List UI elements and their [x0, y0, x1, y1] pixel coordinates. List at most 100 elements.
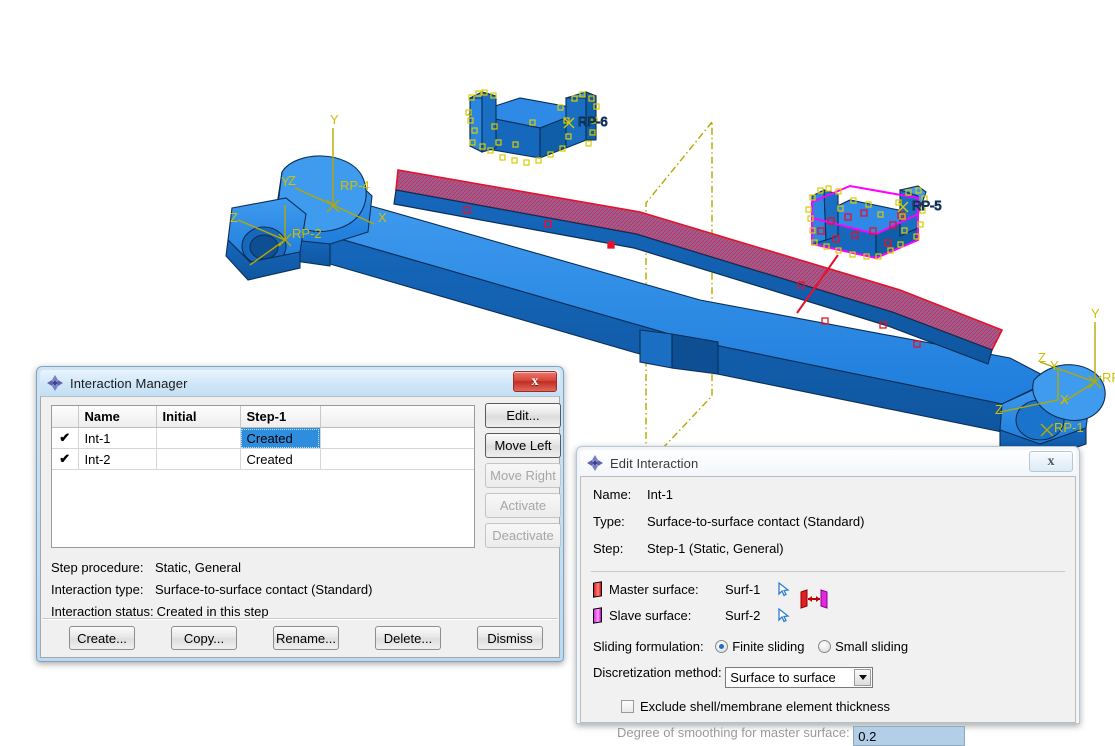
row-initial[interactable] — [156, 427, 241, 449]
discretization-method-row: Discretization method: Surface to surfac… — [593, 665, 874, 688]
sliding-formulation-row: Sliding formulation: Finite sliding Smal… — [593, 639, 908, 654]
manager-side-buttons: Edit... Move Left Move Right Activate De… — [485, 403, 561, 553]
row-name[interactable]: Int-2 — [78, 448, 157, 470]
column-header-name[interactable]: Name — [78, 406, 157, 428]
copy-button[interactable]: Copy... — [171, 626, 237, 650]
interaction-manager-body: Name Initial Step-1 ✔ Int-1 Created ✔ In… — [40, 396, 561, 658]
move-left-button[interactable]: Move Left — [485, 433, 561, 458]
slave-surface-label: Slave surface: — [609, 608, 692, 623]
rp-label: RP-4 — [340, 178, 370, 193]
row-filler — [320, 448, 474, 470]
axis-label: Z — [230, 210, 238, 225]
slave-surface-row: Slave surface: Surf-2 — [593, 607, 791, 624]
radio-finite-sliding-label: Finite sliding — [732, 639, 805, 654]
radio-small-sliding[interactable]: Small sliding — [818, 639, 908, 654]
edit-button[interactable]: Edit... — [485, 403, 561, 428]
discretization-method-value: Surface to surface — [730, 670, 836, 685]
sliding-formulation-label: Sliding formulation: — [593, 639, 704, 654]
column-header-filler — [320, 406, 474, 428]
slave-surface-value: Surf-2 — [725, 608, 761, 623]
interaction-type-row: Interaction type: Surface-to-surface cont… — [51, 579, 373, 601]
swap-surfaces-icon[interactable] — [799, 589, 829, 612]
column-header-check[interactable] — [52, 406, 79, 428]
discretization-method-label: Discretization method: — [593, 665, 722, 680]
table-row: ✔ Int-1 Created — [52, 427, 474, 449]
type-row: Type: Surface-to-surface contact (Standar… — [593, 514, 865, 529]
name-row: Name: Int-1 — [593, 487, 673, 502]
interaction-type-value: Surface-to-surface contact (Standard) — [155, 582, 373, 597]
column-header-initial[interactable]: Initial — [156, 406, 241, 428]
interaction-manager-titlebar[interactable]: Interaction Manager x — [40, 370, 560, 396]
activate-button: Activate — [485, 493, 561, 518]
axis-label: X — [1060, 392, 1069, 407]
row-step1[interactable]: Created — [240, 427, 321, 449]
abaqus-diamond-icon — [46, 374, 64, 392]
row-name[interactable]: Int-1 — [78, 427, 157, 449]
type-value: Surface-to-surface contact (Standard) — [647, 514, 865, 529]
row-check-icon[interactable]: ✔ — [52, 427, 79, 449]
edit-interaction-body: Name: Int-1 Type: Surface-to-surface conta… — [580, 476, 1076, 746]
axis-label: Z — [995, 402, 1003, 417]
column-header-step1[interactable]: Step-1 — [240, 406, 321, 428]
axis-label: Y — [1091, 306, 1100, 321]
smoothing-value: 0.2 — [858, 729, 877, 744]
slave-surface-color-icon — [593, 607, 602, 624]
radio-finite-sliding[interactable]: Finite sliding — [715, 639, 804, 654]
rename-button[interactable]: Rename... — [273, 626, 339, 650]
row-step1[interactable]: Created — [240, 448, 321, 470]
smoothing-row: Degree of smoothing for master surface: … — [617, 725, 966, 746]
close-icon[interactable]: x — [513, 371, 557, 392]
manager-bottom-buttons: Create... Copy... Rename... Delete... Di… — [41, 619, 559, 657]
type-label: Type: — [593, 514, 625, 529]
rp-label: RP — [1102, 370, 1115, 385]
row-initial[interactable] — [156, 448, 241, 470]
smoothing-input: 0.2 — [853, 726, 966, 746]
u-bracket-rp6: RP-6 — [465, 89, 608, 166]
step-procedure-row: Step procedure: Static, General — [51, 557, 373, 579]
smoothing-label: Degree of smoothing for master surface: — [617, 725, 850, 740]
create-button[interactable]: Create... — [69, 626, 135, 650]
chevron-down-icon[interactable] — [854, 669, 872, 686]
name-label: Name: — [593, 487, 632, 502]
table-empty-area — [52, 470, 474, 475]
step-label: Step: — [593, 541, 624, 556]
rp-label: RP-2 — [292, 226, 322, 241]
master-surface-label: Master surface: — [609, 582, 699, 597]
select-master-surface-icon[interactable] — [777, 581, 791, 597]
edit-interaction-titlebar[interactable]: Edit Interaction x — [580, 450, 1076, 476]
interactions-table[interactable]: Name Initial Step-1 ✔ Int-1 Created ✔ In… — [51, 405, 475, 548]
exclude-thickness-label: Exclude shell/membrane element thickness — [640, 699, 891, 714]
name-value: Int-1 — [647, 487, 674, 502]
row-check-icon[interactable]: ✔ — [52, 448, 79, 470]
radio-small-sliding-icon[interactable] — [818, 640, 832, 653]
row-filler — [320, 427, 474, 449]
edit-interaction-window[interactable]: Edit Interaction x Name: Int-1 Type: Surfa… — [576, 446, 1080, 746]
table-header-row: Name Initial Step-1 — [52, 406, 474, 428]
master-surface-color-icon — [593, 581, 602, 598]
exclude-thickness-checkbox[interactable] — [621, 700, 634, 713]
select-slave-surface-icon[interactable] — [777, 607, 791, 623]
abaqus-diamond-icon — [586, 454, 604, 472]
delete-button[interactable]: Delete... — [375, 626, 441, 650]
exclude-thickness-row: Exclude shell/membrane element thickness — [621, 699, 890, 714]
radio-finite-sliding-icon[interactable] — [715, 640, 729, 653]
section-divider — [591, 571, 1065, 572]
step-value: Step-1 (Static, General) — [647, 541, 784, 556]
interaction-manager-window[interactable]: Interaction Manager x Name Initial Step-… — [36, 366, 564, 662]
step-procedure-value: Static, General — [155, 560, 241, 575]
table-row: ✔ Int-2 Created — [52, 448, 474, 470]
axis-label: Y — [281, 174, 290, 189]
discretization-method-select[interactable]: Surface to surface — [725, 667, 874, 688]
rp-label: RP-5 — [912, 198, 942, 213]
axis-label: Z — [1038, 350, 1046, 365]
deactivate-button: Deactivate — [485, 523, 561, 548]
radio-small-sliding-label: Small sliding — [835, 639, 909, 654]
master-surface-value: Surf-1 — [725, 582, 761, 597]
axis-label: X — [378, 210, 387, 225]
master-surface-row: Master surface: Surf-1 — [593, 581, 791, 598]
close-icon[interactable]: x — [1029, 451, 1073, 472]
step-procedure-label: Step procedure: — [51, 560, 144, 575]
rp-label: RP-6 — [578, 114, 608, 129]
dismiss-button[interactable]: Dismiss — [477, 626, 543, 650]
move-right-button: Move Right — [485, 463, 561, 488]
